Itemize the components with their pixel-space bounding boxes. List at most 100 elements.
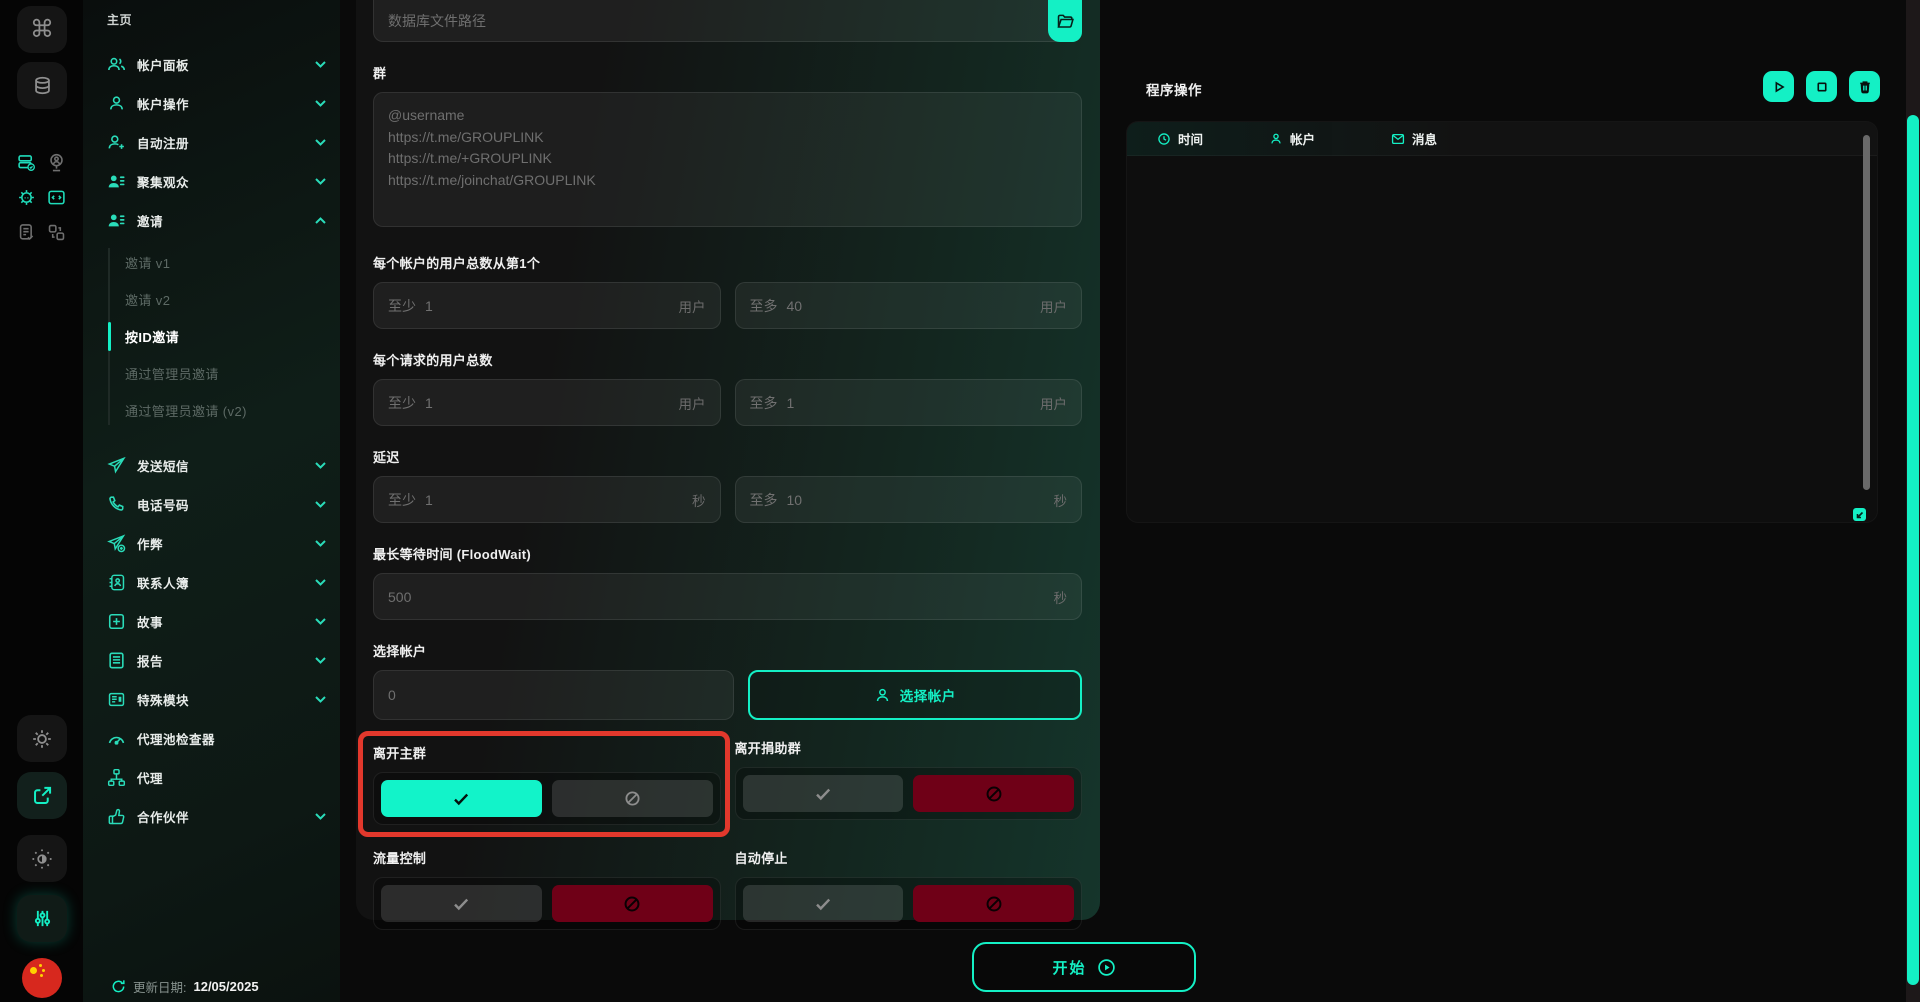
sidebar-item-label: 聚集观众	[137, 172, 189, 191]
sidebar-item-partners[interactable]: 合作伙伴	[83, 797, 340, 836]
start-button[interactable]: 开始	[972, 942, 1196, 992]
red-highlight-box: 离开主群	[358, 731, 730, 837]
sidebar-item-proxy[interactable]: 代理	[83, 758, 340, 797]
floodwait-field[interactable]: 秒	[373, 573, 1082, 620]
db-path-row	[373, 0, 1082, 42]
external-link-button[interactable]	[17, 772, 67, 819]
submenu-item-invite-via-admin-v2[interactable]: 通过管理员邀请 (v2)	[83, 392, 340, 429]
ban-icon	[623, 789, 642, 808]
toggle-yes-button[interactable]	[743, 885, 904, 922]
sidebar-item-home[interactable]: 主页	[83, 0, 340, 28]
update-date-label: 更新日期:	[133, 977, 186, 996]
sidebar-item-label: 代理池检查器	[137, 729, 215, 748]
sidebar-item-gather-audience[interactable]: 聚集观众	[83, 162, 340, 201]
code-window-icon[interactable]	[46, 187, 66, 207]
ban-icon	[984, 784, 1004, 804]
document-check-icon[interactable]	[16, 222, 36, 242]
column-time: 时间	[1157, 129, 1269, 148]
chevron-down-icon	[315, 579, 326, 586]
sidebar-item-account-actions[interactable]: 帐户操作	[83, 84, 340, 123]
sidebar-item-proxy-checker[interactable]: 代理池检查器	[83, 719, 340, 758]
max-users-per-account-field[interactable]: 至多 40 用户	[735, 282, 1083, 329]
settings-button[interactable]	[17, 715, 67, 762]
user-list-icon	[107, 211, 126, 230]
chevron-down-icon	[315, 139, 326, 146]
toggle-yes-button[interactable]	[381, 885, 542, 922]
sidebar-item-invite[interactable]: 邀请	[83, 201, 340, 240]
command-button[interactable]: ⌘	[17, 6, 67, 53]
refresh-icon[interactable]	[111, 979, 126, 994]
toggle-no-button[interactable]	[552, 780, 713, 817]
brightness-icon	[31, 848, 53, 870]
sidebar-item-account-panel[interactable]: 帐户面板	[83, 45, 340, 84]
max-delay-field[interactable]: 至多 10 秒	[735, 476, 1083, 523]
swap-icon[interactable]	[46, 222, 66, 242]
sidebar-item-stories[interactable]: 故事	[83, 602, 340, 641]
min-users-per-request-field[interactable]: 至少 1 用户	[373, 379, 721, 426]
server-check-icon[interactable]	[16, 152, 36, 172]
floodwait-label: 最长等待时间 (FloodWait)	[373, 544, 1082, 563]
leave-donor-group-toggle	[735, 767, 1083, 820]
sidebar-item-contacts-book[interactable]: 联系人簿	[83, 563, 340, 602]
table-scrollbar[interactable]	[1863, 135, 1870, 490]
page-scrollbar-thumb[interactable]	[1907, 115, 1919, 985]
db-path-input[interactable]	[388, 13, 1033, 29]
submenu-item-invite-via-admin[interactable]: 通过管理员邀请	[83, 355, 340, 392]
chevron-down-icon	[315, 813, 326, 820]
browse-file-button[interactable]	[1048, 0, 1082, 42]
max-users-per-request-field[interactable]: 至多 1 用户	[735, 379, 1083, 426]
sidebar-item-special-modules[interactable]: 特殊模块	[83, 680, 340, 719]
operations-toolbar	[1763, 71, 1880, 102]
sidebar-item-label: 报告	[137, 651, 163, 670]
bot-gear-icon[interactable]	[16, 187, 36, 207]
chevron-down-icon	[315, 696, 326, 703]
page-scrollbar-track[interactable]	[1906, 0, 1920, 1002]
language-button[interactable]	[22, 958, 62, 998]
toggle-no-button[interactable]	[913, 775, 1074, 812]
ban-icon	[984, 894, 1004, 914]
sliders-icon	[32, 908, 53, 929]
contacts-book-icon	[107, 573, 126, 592]
sidebar-item-phone-numbers[interactable]: 电话号码	[83, 485, 340, 524]
toggle-no-button[interactable]	[913, 885, 1074, 922]
toggle-yes-button[interactable]	[743, 775, 904, 812]
autoscroll-handle[interactable]	[1853, 508, 1866, 521]
sidebar-item-label: 自动注册	[137, 133, 189, 152]
min-delay-field[interactable]: 至少 1 秒	[373, 476, 721, 523]
submenu-item-invite-by-id[interactable]: 按ID邀请	[83, 318, 340, 355]
database-button[interactable]	[17, 62, 67, 109]
sidebar-item-cheat[interactable]: 作弊	[83, 524, 340, 563]
accounts-count-field[interactable]	[373, 670, 734, 720]
chevron-down-icon	[315, 462, 326, 469]
auto-stop-block: 自动停止	[735, 848, 1083, 930]
envelope-icon	[1391, 132, 1405, 146]
operations-title: 程序操作	[1146, 79, 1202, 99]
toggle-yes-button[interactable]	[381, 780, 542, 817]
theme-button[interactable]	[17, 835, 67, 882]
sidebar-item-reports[interactable]: 报告	[83, 641, 340, 680]
min-users-per-account-field[interactable]: 至少 1 用户	[373, 282, 721, 329]
submenu-item-invite-v1[interactable]: 邀请 v1	[83, 244, 340, 281]
stop-button[interactable]	[1806, 71, 1837, 102]
floodwait-input[interactable]	[388, 589, 1046, 605]
flow-control-block: 流量控制	[373, 848, 721, 930]
select-accounts-button[interactable]: 选择帐户	[748, 670, 1083, 720]
person-camera-icon[interactable]	[46, 152, 66, 172]
run-button[interactable]	[1763, 71, 1794, 102]
play-icon	[1771, 79, 1787, 95]
operations-table-header: 时间 帐户 消息	[1127, 122, 1877, 156]
sidebar-item-label: 故事	[137, 612, 163, 631]
db-path-field[interactable]	[373, 0, 1082, 42]
sidebar-item-label: 作弊	[137, 534, 163, 553]
users-per-request-row: 至少 1 用户 至多 1 用户	[373, 379, 1082, 426]
preferences-button[interactable]	[17, 895, 67, 942]
sidebar-item-send-sms[interactable]: 发送短信	[83, 446, 340, 485]
accounts-count-input[interactable]	[388, 687, 719, 703]
groups-textarea[interactable]	[373, 92, 1082, 227]
users-per-account-label: 每个帐户的用户总数从第1个	[373, 253, 1082, 272]
sidebar-nav: 主页 帐户面板 帐	[83, 0, 340, 1002]
toggle-no-button[interactable]	[552, 885, 713, 922]
sidebar-item-auto-register[interactable]: 自动注册	[83, 123, 340, 162]
clear-log-button[interactable]	[1849, 71, 1880, 102]
submenu-item-invite-v2[interactable]: 邀请 v2	[83, 281, 340, 318]
